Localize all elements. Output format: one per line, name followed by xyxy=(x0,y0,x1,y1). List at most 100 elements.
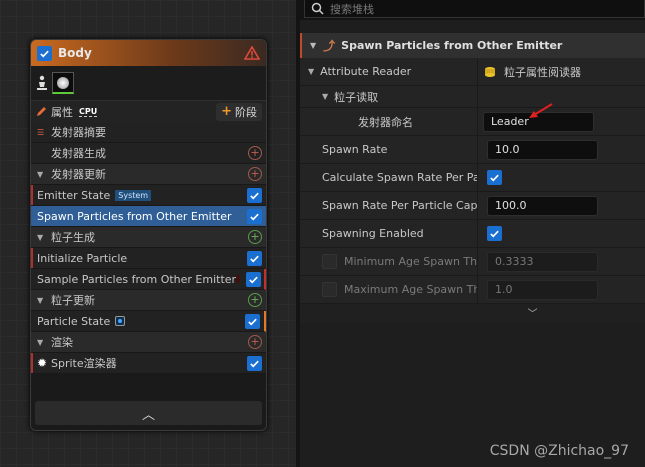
chevron-down-icon: ﹀ xyxy=(527,308,538,320)
row-label: 渲染 xyxy=(51,336,73,349)
add-module-icon[interactable]: + xyxy=(248,167,262,181)
row-label: Particle State xyxy=(37,314,111,328)
add-module-icon[interactable]: + xyxy=(248,230,262,244)
plus-icon: + xyxy=(221,104,232,119)
stack-row[interactable]: ✹ Sprite渲染器 xyxy=(31,353,266,374)
calc-spawn-label: Calculate Spawn Rate Per Parti xyxy=(322,171,478,184)
details-panel: ▼ ⤴ Spawn Particles from Other Emitter ▼… xyxy=(300,33,645,323)
module-checkbox[interactable] xyxy=(247,355,262,371)
collapse-triangle-icon[interactable]: ▼ xyxy=(37,296,47,305)
spawning-enabled-label: Spawning Enabled xyxy=(322,227,424,240)
stack-section[interactable]: ▼ 发射器更新 + xyxy=(31,164,266,185)
add-module-icon[interactable]: + xyxy=(248,146,262,160)
watermark: CSDN @Zhichao_97 xyxy=(489,443,629,459)
row-label: 粒子生成 xyxy=(51,231,95,244)
search-icon xyxy=(311,2,324,15)
warning-icon[interactable] xyxy=(244,46,260,60)
show-more-button[interactable]: ﹀ xyxy=(300,304,645,320)
stack-row[interactable]: Emitter State System xyxy=(31,185,266,206)
module-title: Spawn Particles from Other Emitter xyxy=(341,39,563,52)
stack-row[interactable]: Sample Particles from Other Emitter xyxy=(31,269,266,290)
node-header[interactable]: Body xyxy=(31,40,266,66)
module-checkbox[interactable] xyxy=(247,208,262,224)
module-checkbox[interactable] xyxy=(245,313,260,329)
max-age-label: Maximum Age Spawn Thr xyxy=(344,283,478,296)
emitter-thumbnail[interactable] xyxy=(52,72,74,94)
pencil-icon xyxy=(37,106,46,116)
search-placeholder: 搜索堆栈 xyxy=(330,2,374,16)
collapse-button[interactable]: ︿ xyxy=(35,401,262,425)
status-bar xyxy=(31,353,33,373)
spawn-rate-field[interactable]: 10.0 xyxy=(487,139,598,160)
spawn-cap-row: Spawn Rate Per Particle Cap 100.0 xyxy=(300,192,645,220)
debug-icon[interactable] xyxy=(115,316,126,326)
row-label: 发射器生成 xyxy=(51,147,106,160)
stack-section[interactable]: ▼ 粒子更新 + xyxy=(31,290,266,311)
sprite-preview-icon xyxy=(57,76,69,89)
particle-read-row: ▼ 粒子读取 xyxy=(300,86,645,108)
calc-spawn-checkbox[interactable] xyxy=(487,170,502,185)
spawning-enabled-row: Spawning Enabled xyxy=(300,220,645,248)
max-age-checkbox[interactable] xyxy=(322,282,337,297)
add-module-icon[interactable]: + xyxy=(248,335,262,349)
add-stage-button[interactable]: + 阶段 xyxy=(216,102,262,121)
stack-rows: ☰ 发射器摘要发射器生成 + ▼ 发射器更新 + Emitter State System Sp… xyxy=(31,122,266,374)
max-age-field[interactable]: 1.0 xyxy=(487,279,598,300)
graph-canvas: Body 属性 CPU + 阶段 ☰ 发射器摘要 发射器生成 + ▼ 发射器更新 + Emitt… xyxy=(0,0,296,467)
collapse-triangle-icon[interactable]: ▼ xyxy=(37,233,47,242)
calc-spawn-row: Calculate Spawn Rate Per Parti xyxy=(300,164,645,192)
search-bar: 搜索堆栈 xyxy=(300,0,645,20)
stack-row[interactable]: ☰ 发射器摘要 xyxy=(31,122,266,143)
spawning-enabled-checkbox[interactable] xyxy=(487,226,502,241)
particle-read-label: 粒子读取 xyxy=(334,90,379,104)
list-icon: ☰ xyxy=(37,127,45,137)
attribute-reader-label: Attribute Reader xyxy=(320,65,412,78)
row-label: Spawn Particles from Other Emitter xyxy=(37,209,232,223)
database-icon xyxy=(485,66,495,77)
module-checkbox[interactable] xyxy=(247,250,262,266)
min-age-label: Minimum Age Spawn Thre xyxy=(344,255,478,268)
stack-row[interactable]: 发射器生成 + xyxy=(31,143,266,164)
emitter-node[interactable]: Body 属性 CPU + 阶段 ☰ 发射器摘要 发射器生成 + ▼ 发射器更新 + Emitt… xyxy=(30,39,267,431)
add-stage-label: 阶段 xyxy=(235,105,257,119)
row-label: 发射器更新 xyxy=(51,168,106,181)
module-header[interactable]: ▼ ⤴ Spawn Particles from Other Emitter xyxy=(300,33,645,58)
spawn-cap-field[interactable]: 100.0 xyxy=(487,195,598,216)
stack-section[interactable]: ▼ 粒子生成 + xyxy=(31,227,266,248)
cpu-badge: CPU xyxy=(79,106,98,117)
status-bar xyxy=(31,248,33,268)
collapse-triangle-icon[interactable]: ▼ xyxy=(37,338,47,347)
attribute-reader-value[interactable]: 粒子属性阅读器 xyxy=(504,64,581,80)
collapse-triangle-icon[interactable]: ▼ xyxy=(37,170,47,179)
row-label: Emitter State xyxy=(37,188,111,202)
node-title: Body xyxy=(58,46,92,60)
row-label: Sample Particles from Other Emitter xyxy=(37,272,237,286)
collapse-triangle-icon[interactable]: ▼ xyxy=(310,41,316,50)
min-age-checkbox[interactable] xyxy=(322,254,337,269)
row-label: Sprite渲染器 xyxy=(51,357,117,370)
node-icon-row xyxy=(31,66,266,100)
stack-section[interactable]: ▼ 渲染 + xyxy=(31,332,266,353)
add-module-icon[interactable]: + xyxy=(248,293,262,307)
expand-triangle-icon[interactable]: ▼ xyxy=(322,92,328,101)
scope-badge: System xyxy=(115,189,152,201)
properties-row[interactable]: 属性 CPU + 阶段 xyxy=(31,100,266,122)
expand-triangle-icon[interactable]: ▼ xyxy=(308,67,314,76)
error-icon[interactable] xyxy=(236,274,241,284)
spawn-rate-label: Spawn Rate xyxy=(322,143,388,156)
enable-checkbox[interactable] xyxy=(37,45,52,61)
properties-label: 属性 xyxy=(51,105,73,119)
stack-row[interactable]: Spawn Particles from Other Emitter xyxy=(31,206,266,227)
status-bar xyxy=(31,185,33,205)
search-input[interactable]: 搜索堆栈 xyxy=(304,0,645,18)
figure-icon[interactable] xyxy=(36,75,48,91)
stack-row[interactable]: Initialize Particle xyxy=(31,248,266,269)
stack-row[interactable]: Particle State xyxy=(31,311,266,332)
module-checkbox[interactable] xyxy=(246,271,262,287)
module-checkbox[interactable] xyxy=(247,187,262,203)
red-arrow-annotation xyxy=(529,103,553,118)
row-label: Initialize Particle xyxy=(37,251,128,265)
min-age-field[interactable]: 0.3333 xyxy=(487,251,598,272)
module-icon: ⤴ xyxy=(323,39,336,53)
attribute-reader-row: ▼ Attribute Reader 粒子属性阅读器 xyxy=(300,58,645,86)
